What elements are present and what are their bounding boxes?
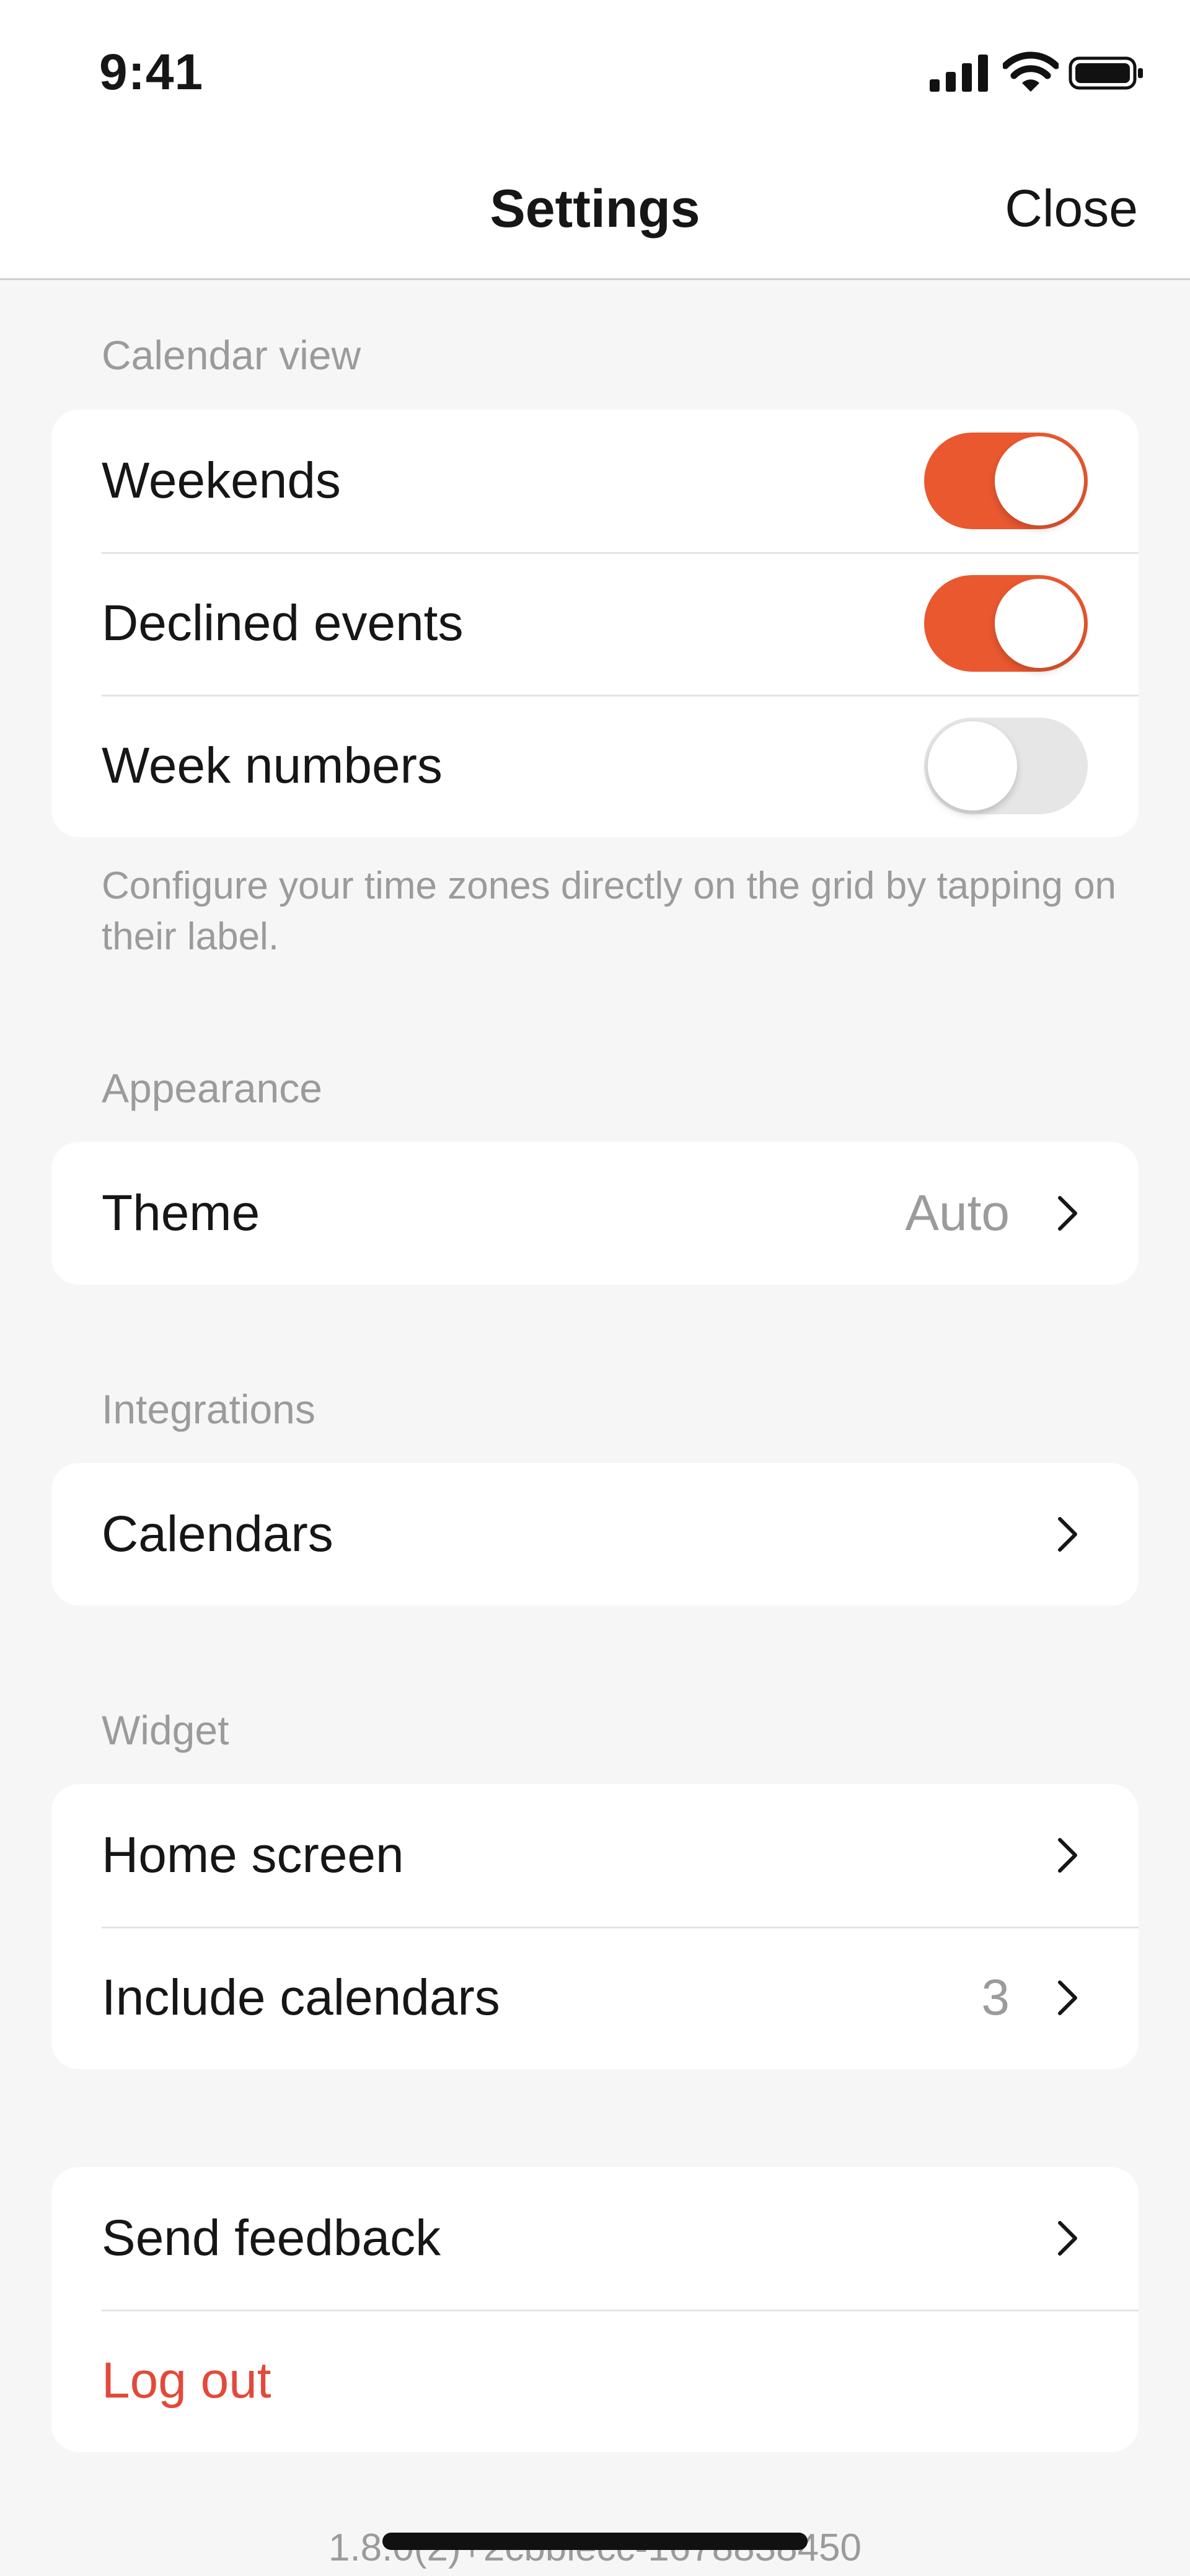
toggle-knob [995,579,1084,668]
setting-row-send-feedback[interactable]: Send feedback [51,2167,1139,2310]
setting-label: Weekends [102,452,341,509]
top-bar: 9:41 Settings Close [0,0,1190,280]
log-out-label: Log out [102,2352,271,2409]
setting-label: Theme [102,1185,260,1241]
calendar-view-card: Weekends Declined events Week numbers [51,410,1139,837]
settings-screen: 9:41 Settings Close Calendar view Weeken… [0,0,1190,2576]
section-header-appearance: Appearance [102,1065,322,1111]
declined-events-toggle[interactable] [924,575,1088,672]
setting-row-calendars[interactable]: Calendars [51,1463,1139,1606]
battery-icon [1069,56,1143,90]
setting-label: Calendars [102,1506,333,1562]
wifi-icon [1003,51,1059,92]
appearance-card: Theme Auto [51,1142,1139,1285]
toggle-knob [928,721,1017,811]
setting-row-week-numbers[interactable]: Week numbers [51,695,1139,837]
account-card: Send feedback Log out [51,2167,1139,2452]
chevron-right-icon [1058,1980,1077,2015]
chevron-right-icon [1058,1196,1077,1231]
weekends-toggle[interactable] [924,433,1088,529]
include-calendars-count: 3 [981,1969,1010,2026]
setting-row-home-screen[interactable]: Home screen [51,1784,1139,1927]
log-out-button[interactable]: Log out [51,2310,1139,2452]
setting-row-weekends[interactable]: Weekends [51,410,1139,552]
section-header-integrations: Integrations [102,1386,315,1432]
close-button[interactable]: Close [1005,178,1138,239]
setting-label: Send feedback [102,2210,441,2266]
section-header-calendar-view: Calendar view [102,332,361,378]
setting-label: Home screen [102,1827,404,1883]
setting-label: Declined events [102,595,464,651]
setting-row-theme[interactable]: Theme Auto [51,1142,1139,1285]
time-zone-footnote: Configure your time zones directly on th… [102,864,1117,958]
signal-icon [930,55,988,92]
section-header-widget: Widget [102,1707,229,1753]
chevron-right-icon [1058,1517,1077,1552]
status-time: 9:41 [99,44,204,100]
setting-row-declined-events[interactable]: Declined events [51,552,1139,695]
setting-label: Include calendars [102,1969,500,2026]
integrations-card: Calendars [51,1463,1139,1606]
chevron-right-icon [1058,2221,1077,2256]
week-numbers-toggle[interactable] [924,718,1088,814]
setting-label: Week numbers [102,737,443,794]
widget-card: Home screen Include calendars 3 [51,1784,1139,2069]
home-indicator[interactable] [382,2533,808,2550]
theme-value: Auto [905,1185,1010,1241]
chevron-right-icon [1058,1838,1077,1873]
toggle-knob [995,436,1084,525]
setting-row-include-calendars[interactable]: Include calendars 3 [51,1927,1139,2069]
